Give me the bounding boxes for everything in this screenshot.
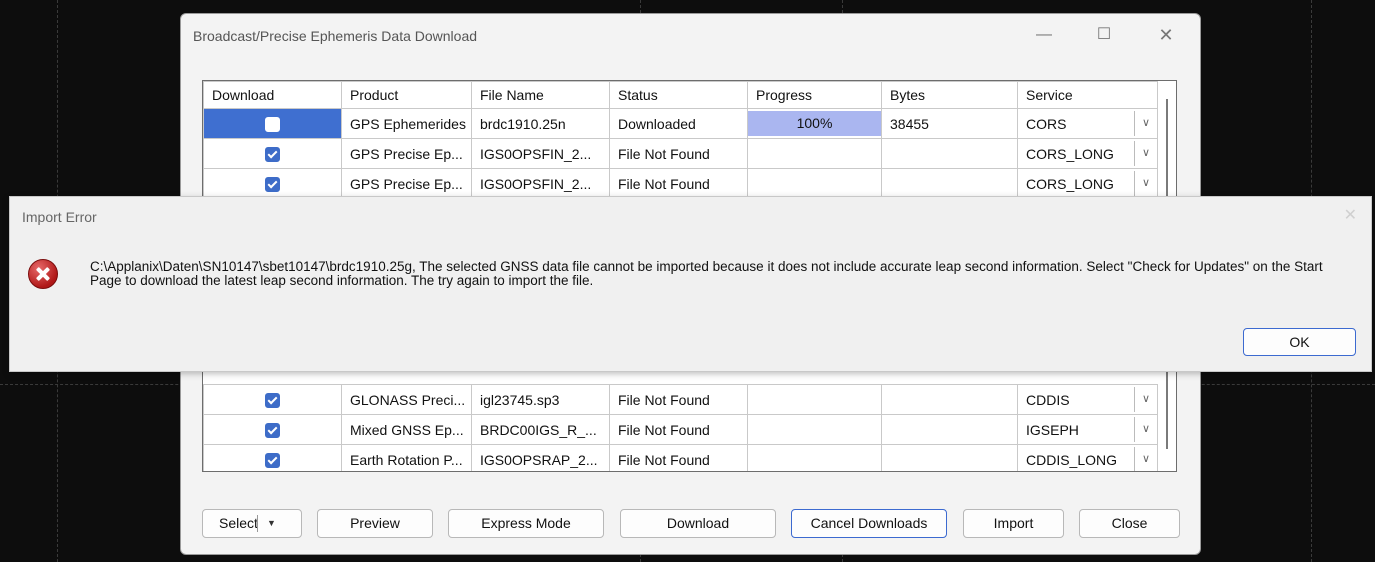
window-title: Broadcast/Precise Ephemeris Data Downloa… bbox=[193, 28, 478, 44]
service-value: CORS_LONG bbox=[1026, 145, 1114, 162]
status-cell: Downloaded bbox=[609, 108, 748, 139]
bytes-cell bbox=[881, 384, 1018, 415]
progress-cell bbox=[747, 384, 882, 415]
close-window-button[interactable]: ✕ bbox=[1151, 22, 1181, 48]
table-row[interactable]: GPS Precise Ep... IGS0OPSFIN_2... File N… bbox=[203, 168, 1158, 199]
progress-cell bbox=[747, 138, 882, 169]
column-header-service[interactable]: Service bbox=[1017, 81, 1158, 109]
service-value: CORS_LONG bbox=[1026, 175, 1114, 192]
download-table-bottom: GLONASS Preci... igl23745.sp3 File Not F… bbox=[203, 384, 1158, 471]
product-cell: Earth Rotation P... bbox=[341, 444, 472, 471]
download-table-top: Download Product File Name Status Progre… bbox=[203, 81, 1158, 199]
file-name-cell: IGS0OPSFIN_2... bbox=[471, 138, 610, 169]
download-checkbox-cell[interactable] bbox=[203, 138, 342, 169]
status-cell: File Not Found bbox=[609, 138, 748, 169]
status-cell: File Not Found bbox=[609, 384, 748, 415]
chevron-down-icon[interactable]: ∨ bbox=[1134, 417, 1157, 442]
column-header-progress[interactable]: Progress bbox=[747, 81, 882, 109]
download-checkbox-cell[interactable] bbox=[203, 414, 342, 445]
service-dropdown[interactable]: CDDIS_LONG ∨ bbox=[1017, 444, 1158, 471]
bytes-cell bbox=[881, 444, 1018, 471]
column-header-file-name[interactable]: File Name bbox=[471, 81, 610, 109]
column-header-bytes[interactable]: Bytes bbox=[881, 81, 1018, 109]
error-icon bbox=[28, 259, 58, 289]
minimize-button[interactable]: — bbox=[1029, 22, 1059, 48]
service-dropdown[interactable]: CORS ∨ bbox=[1017, 108, 1158, 139]
progress-text: 100% bbox=[796, 115, 833, 131]
service-dropdown[interactable]: CORS_LONG ∨ bbox=[1017, 168, 1158, 199]
maximize-button[interactable]: ☐ bbox=[1089, 22, 1119, 48]
download-checkbox-cell[interactable] bbox=[203, 168, 342, 199]
download-checkbox[interactable] bbox=[265, 452, 280, 468]
download-checkbox[interactable] bbox=[265, 392, 280, 408]
column-header-status[interactable]: Status bbox=[609, 81, 748, 109]
bytes-cell: 38455 bbox=[881, 108, 1018, 139]
service-value: CDDIS bbox=[1026, 391, 1070, 408]
status-cell: File Not Found bbox=[609, 444, 748, 471]
status-cell: File Not Found bbox=[609, 168, 748, 199]
bytes-cell bbox=[881, 138, 1018, 169]
file-name-cell: IGS0OPSRAP_2... bbox=[471, 444, 610, 471]
dialog-close-icon[interactable]: ✕ bbox=[1344, 205, 1357, 225]
service-value: IGSEPH bbox=[1026, 421, 1079, 438]
service-value: CORS bbox=[1026, 115, 1067, 132]
ok-button[interactable]: OK bbox=[1243, 328, 1356, 356]
chevron-down-icon[interactable]: ∨ bbox=[1134, 141, 1157, 166]
chevron-down-icon[interactable]: ∨ bbox=[1134, 447, 1157, 471]
product-cell: GPS Precise Ep... bbox=[341, 138, 472, 169]
progress-cell bbox=[747, 444, 882, 471]
cancel-downloads-button[interactable]: Cancel Downloads bbox=[791, 509, 947, 538]
status-cell: File Not Found bbox=[609, 414, 748, 445]
download-checkbox[interactable] bbox=[265, 116, 280, 132]
chevron-down-icon[interactable]: ∨ bbox=[1134, 111, 1157, 136]
table-row[interactable]: GPS Precise Ep... IGS0OPSFIN_2... File N… bbox=[203, 138, 1158, 169]
dropdown-arrow-icon[interactable]: ▼ bbox=[267, 510, 276, 537]
select-split-button[interactable]: Select ▼ bbox=[202, 509, 302, 538]
progress-cell bbox=[747, 168, 882, 199]
import-button[interactable]: Import bbox=[963, 509, 1064, 538]
chevron-down-icon[interactable]: ∨ bbox=[1134, 171, 1157, 196]
file-name-cell: BRDC00IGS_R_... bbox=[471, 414, 610, 445]
close-button[interactable]: Close bbox=[1079, 509, 1180, 538]
download-checkbox-cell[interactable] bbox=[203, 384, 342, 415]
column-header-download[interactable]: Download bbox=[203, 81, 342, 109]
file-name-cell: igl23745.sp3 bbox=[471, 384, 610, 415]
table-row[interactable]: GPS Ephemerides brdc1910.25n Downloaded … bbox=[203, 108, 1158, 139]
product-cell: GLONASS Preci... bbox=[341, 384, 472, 415]
download-checkbox[interactable] bbox=[265, 422, 280, 438]
import-error-dialog: Import Error ✕ C:\Applanix\Daten\SN10147… bbox=[9, 196, 1372, 372]
service-dropdown[interactable]: IGSEPH ∨ bbox=[1017, 414, 1158, 445]
select-button-label: Select bbox=[219, 515, 258, 531]
table-header-row: Download Product File Name Status Progre… bbox=[203, 81, 1158, 109]
file-name-cell: IGS0OPSFIN_2... bbox=[471, 168, 610, 199]
download-button[interactable]: Download bbox=[620, 509, 776, 538]
service-dropdown[interactable]: CORS_LONG ∨ bbox=[1017, 138, 1158, 169]
download-checkbox-cell[interactable] bbox=[203, 444, 342, 471]
file-name-cell: brdc1910.25n bbox=[471, 108, 610, 139]
product-cell: GPS Precise Ep... bbox=[341, 168, 472, 199]
download-checkbox[interactable] bbox=[265, 146, 280, 162]
error-message: C:\Applanix\Daten\SN10147\sbet10147\brdc… bbox=[90, 259, 1323, 288]
preview-button[interactable]: Preview bbox=[317, 509, 433, 538]
service-dropdown[interactable]: CDDIS ∨ bbox=[1017, 384, 1158, 415]
table-row[interactable]: GLONASS Preci... igl23745.sp3 File Not F… bbox=[203, 384, 1158, 415]
column-header-product[interactable]: Product bbox=[341, 81, 472, 109]
split-divider bbox=[257, 515, 258, 532]
download-checkbox-cell[interactable] bbox=[203, 108, 342, 139]
bytes-cell bbox=[881, 168, 1018, 199]
express-mode-button[interactable]: Express Mode bbox=[448, 509, 604, 538]
bytes-cell bbox=[881, 414, 1018, 445]
product-cell: GPS Ephemerides bbox=[341, 108, 472, 139]
service-value: CDDIS_LONG bbox=[1026, 451, 1118, 468]
table-row[interactable]: Earth Rotation P... IGS0OPSRAP_2... File… bbox=[203, 444, 1158, 471]
progress-cell bbox=[747, 414, 882, 445]
product-cell: Mixed GNSS Ep... bbox=[341, 414, 472, 445]
progress-cell: 100% bbox=[747, 108, 882, 139]
download-checkbox[interactable] bbox=[265, 176, 280, 192]
chevron-down-icon[interactable]: ∨ bbox=[1134, 387, 1157, 412]
dialog-title: Import Error bbox=[22, 209, 97, 225]
table-row[interactable]: Mixed GNSS Ep... BRDC00IGS_R_... File No… bbox=[203, 414, 1158, 445]
